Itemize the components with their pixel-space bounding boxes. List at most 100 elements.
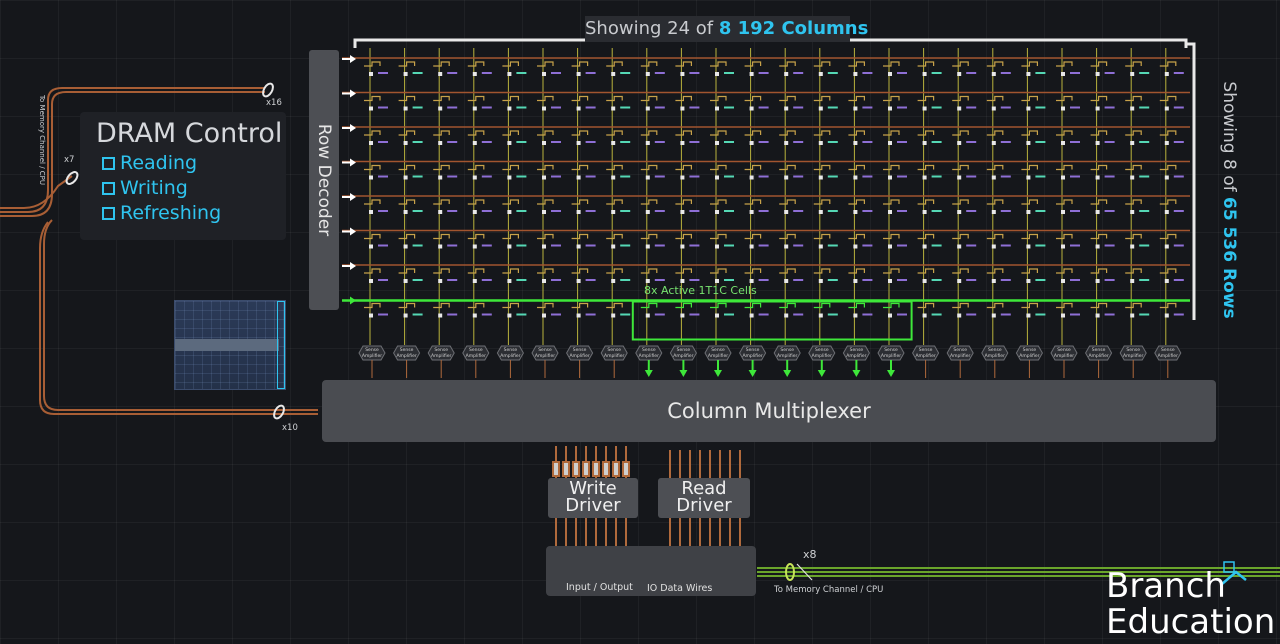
- cell-capacitor: [966, 279, 977, 281]
- cell-transistor: [813, 302, 831, 309]
- cell-node: [472, 313, 477, 318]
- cell-capacitor: [378, 72, 388, 74]
- cell-node: [1130, 279, 1135, 283]
- cell-transistor: [952, 302, 969, 309]
- cell-node: [403, 313, 408, 318]
- cell-capacitor: [827, 279, 838, 281]
- arrow-down-icon: [887, 370, 895, 377]
- cell-capacitor: [758, 141, 769, 143]
- cell-node: [818, 141, 823, 145]
- cell-capacitor: [758, 72, 769, 74]
- dram-chip-thumbnail: [174, 300, 286, 390]
- cell-capacitor: [481, 72, 492, 74]
- cell-transistor: [848, 130, 865, 136]
- cell-transistor: [779, 233, 796, 240]
- cell-capacitor: [1104, 313, 1115, 316]
- cell-capacitor: [724, 244, 734, 247]
- cell-capacitor: [689, 210, 700, 212]
- cell-node: [784, 175, 789, 180]
- cell-transistor: [571, 164, 589, 171]
- cell-node: [1164, 141, 1169, 145]
- cell-capacitor: [447, 210, 458, 212]
- cell-capacitor: [758, 106, 769, 109]
- cell-capacitor: [758, 210, 769, 212]
- cell-capacitor: [551, 106, 561, 109]
- cell-transistor: [502, 302, 519, 309]
- cell-capacitor: [620, 106, 631, 109]
- cell-transistor: [433, 95, 450, 102]
- sense-amplifier-label: Amplifier: [1123, 353, 1143, 359]
- cell-capacitor: [897, 106, 907, 109]
- cell-node: [576, 72, 581, 76]
- sense-amplifier-label: Sense: [400, 347, 414, 353]
- cell-transistor: [571, 268, 589, 274]
- cell-transistor: [848, 164, 865, 171]
- cell-transistor: [1125, 268, 1142, 274]
- cell-transistor: [467, 233, 485, 240]
- cell-capacitor: [862, 244, 873, 247]
- cell-transistor: [883, 199, 900, 205]
- cell-capacitor: [827, 106, 838, 109]
- cell-transistor: [675, 233, 692, 240]
- cell-node: [749, 175, 754, 180]
- cell-node: [472, 244, 477, 249]
- cell-transistor: [744, 199, 762, 205]
- cell-node: [888, 210, 892, 214]
- cell-transistor: [502, 164, 519, 171]
- cell-transistor: [606, 164, 623, 171]
- cell-transistor: [640, 268, 658, 274]
- cell-capacitor: [1139, 72, 1150, 74]
- cell-transistor: [1056, 268, 1073, 274]
- cell-capacitor: [585, 141, 596, 143]
- cell-transistor: [813, 164, 831, 171]
- cell-transistor: [398, 233, 416, 240]
- sense-amplifier-label: Sense: [919, 347, 933, 353]
- sense-amplifier-label: Amplifier: [466, 353, 486, 359]
- cell-node: [1130, 106, 1135, 111]
- cell-transistor: [1090, 302, 1108, 309]
- cell-node: [645, 244, 650, 249]
- sense-amplifier-label: Amplifier: [500, 353, 520, 359]
- cell-node: [472, 210, 477, 214]
- cell-node: [680, 106, 685, 111]
- cell-node: [991, 313, 996, 318]
- cell-node: [438, 210, 443, 214]
- sense-amplifier-label: Sense: [365, 347, 379, 353]
- cell-transistor: [433, 61, 450, 67]
- cell-capacitor: [966, 313, 977, 316]
- cell-transistor: [398, 302, 416, 309]
- cell-transistor: [571, 95, 589, 102]
- columns-highlight: 8 192 Columns: [718, 18, 869, 39]
- arrow-right-icon: [350, 296, 356, 305]
- cell-capacitor: [966, 141, 977, 143]
- cell-node: [1130, 244, 1135, 249]
- cell-node: [715, 175, 719, 180]
- cell-capacitor: [1173, 244, 1184, 247]
- cell-transistor: [1090, 61, 1108, 67]
- arrow-down-icon: [817, 370, 826, 377]
- cell-transistor: [952, 95, 969, 102]
- bus-right-label: To Memory Channel / CPU: [774, 585, 884, 595]
- cell-capacitor: [1070, 106, 1080, 109]
- cell-capacitor: [620, 175, 631, 178]
- cell-node: [957, 72, 962, 76]
- cell-node: [438, 244, 443, 249]
- cell-transistor: [848, 199, 865, 205]
- cell-node: [576, 313, 581, 318]
- cell-transistor: [744, 164, 762, 171]
- cell-capacitor: [412, 244, 423, 247]
- cell-transistor: [779, 268, 796, 274]
- cell-transistor: [917, 164, 935, 171]
- cell-node: [403, 72, 408, 76]
- cell-transistor: [1021, 302, 1038, 309]
- cell-transistor: [640, 233, 658, 240]
- cell-capacitor: [447, 175, 458, 178]
- cell-transistor: [952, 199, 969, 205]
- sense-amplifier-label: Sense: [469, 347, 483, 353]
- cell-node: [507, 279, 512, 283]
- cell-transistor: [917, 199, 935, 205]
- cell-capacitor: [897, 141, 907, 143]
- cell-capacitor: [585, 244, 596, 247]
- cell-capacitor: [1070, 141, 1080, 143]
- sense-amplifier-label: Amplifier: [396, 353, 416, 359]
